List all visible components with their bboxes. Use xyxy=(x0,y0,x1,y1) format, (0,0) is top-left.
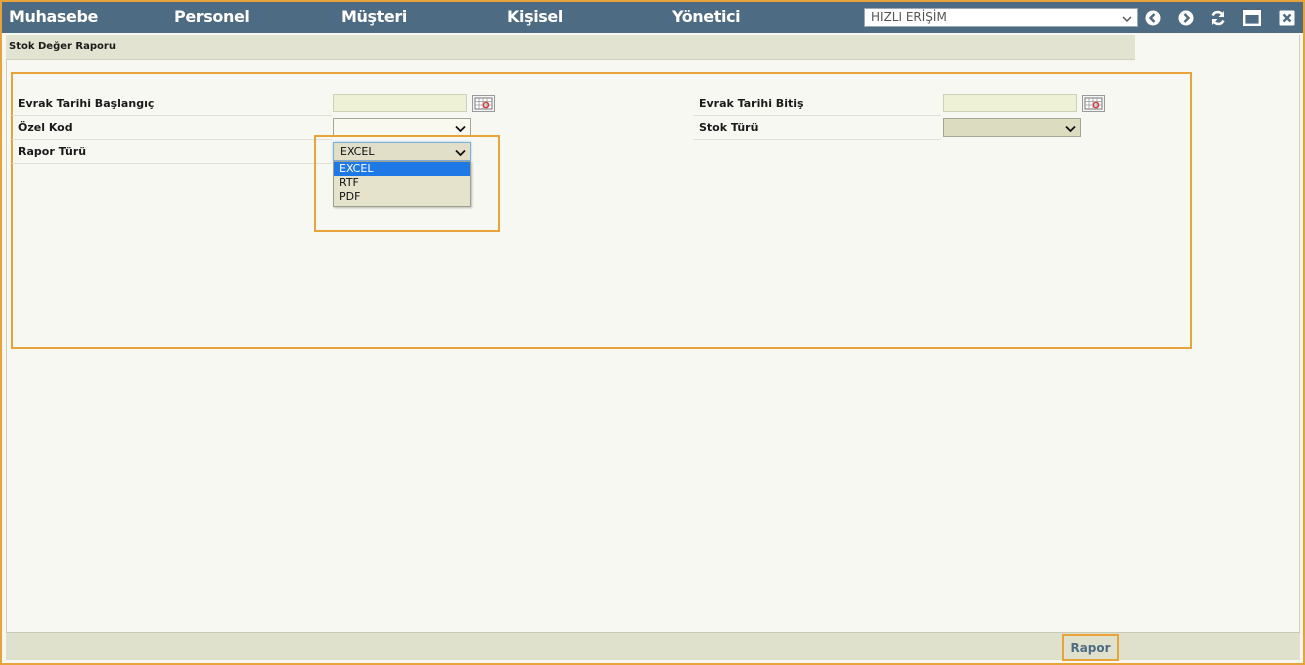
stock-type-label: Stok Türü xyxy=(699,121,759,134)
report-type-label: Rapor Türü xyxy=(18,145,87,158)
stock-type-select[interactable] xyxy=(943,118,1081,137)
report-button[interactable]: Rapor xyxy=(1062,634,1119,661)
chevron-down-icon xyxy=(1122,12,1132,26)
start-date-input[interactable] xyxy=(333,94,467,112)
special-code-label: Özel Kod xyxy=(18,121,73,134)
refresh-icon[interactable] xyxy=(1209,9,1227,27)
start-date-label: Evrak Tarihi Başlangıç xyxy=(18,97,155,110)
page-title: Stok Değer Raporu xyxy=(9,41,116,52)
content-border-right xyxy=(1299,35,1300,632)
page-title-bar: Stok Değer Raporu xyxy=(6,35,1135,60)
nav-item-kisisel[interactable]: Kişisel xyxy=(507,7,563,26)
report-type-value: EXCEL xyxy=(340,145,375,158)
end-date-label: Evrak Tarihi Bitiş xyxy=(699,97,804,110)
report-type-option-excel[interactable]: EXCEL xyxy=(334,162,470,176)
chevron-down-icon xyxy=(1065,123,1076,136)
nav-item-yonetici[interactable]: Yönetici xyxy=(672,7,741,26)
nav-item-muhasebe[interactable]: Muhasebe xyxy=(9,7,98,26)
report-type-option-rtf[interactable]: RTF xyxy=(334,176,470,190)
content-border-left xyxy=(6,60,7,632)
end-date-input[interactable] xyxy=(943,94,1077,112)
quick-access-value: HIZLI ERİŞİM xyxy=(871,10,947,24)
row-divider xyxy=(12,163,332,164)
quick-access-select[interactable]: HIZLI ERİŞİM xyxy=(864,8,1138,27)
forward-icon[interactable] xyxy=(1177,9,1195,27)
nav-item-personel[interactable]: Personel xyxy=(174,7,250,26)
report-type-option-pdf[interactable]: PDF xyxy=(334,190,470,204)
row-divider xyxy=(12,139,332,140)
end-date-calendar-icon[interactable] xyxy=(1082,95,1105,112)
report-type-select[interactable]: EXCEL xyxy=(333,142,471,161)
close-icon[interactable] xyxy=(1278,9,1296,27)
start-date-calendar-icon[interactable] xyxy=(472,95,495,112)
filter-form-panel xyxy=(11,72,1192,349)
chevron-down-icon xyxy=(455,147,466,160)
back-icon[interactable] xyxy=(1144,9,1162,27)
top-nav-bar: Muhasebe Personel Müşteri Kişisel Yöneti… xyxy=(2,2,1303,33)
row-divider xyxy=(693,139,941,140)
report-type-dropdown-list: EXCEL RTF PDF xyxy=(333,161,471,207)
row-divider xyxy=(12,115,332,116)
nav-item-musteri[interactable]: Müşteri xyxy=(341,7,407,26)
row-divider xyxy=(693,115,941,116)
maximize-icon[interactable] xyxy=(1243,9,1261,27)
